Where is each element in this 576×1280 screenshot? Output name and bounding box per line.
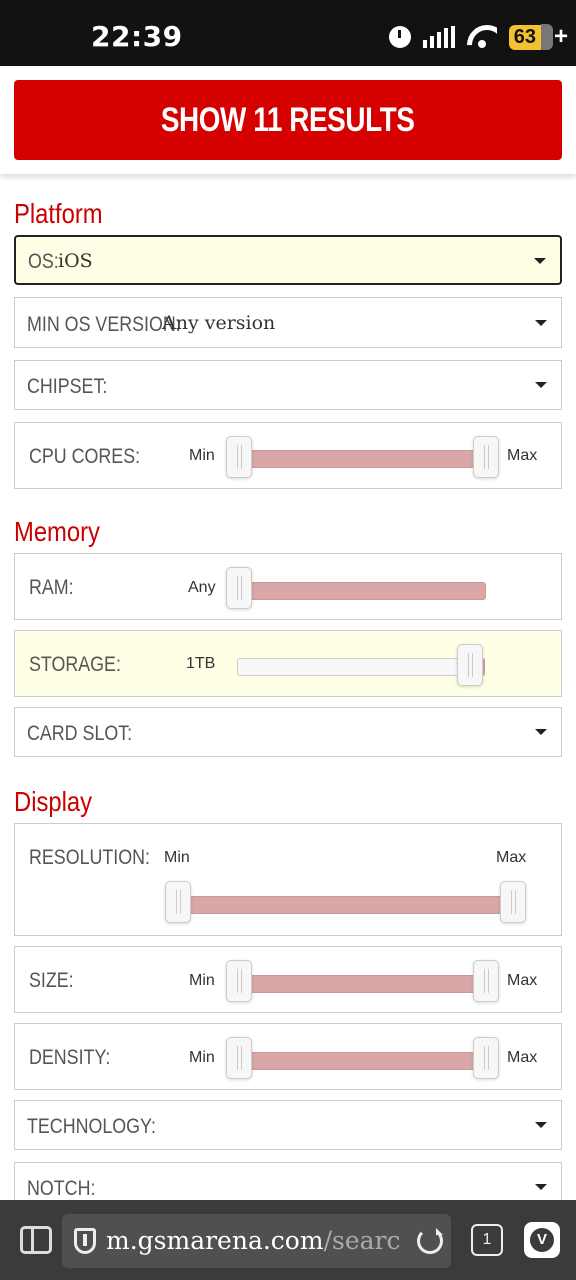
min-os-version-label: MIN OS VERSION: bbox=[27, 313, 181, 336]
status-time: 22:39 bbox=[91, 20, 183, 53]
status-bar: 22:39 63 + bbox=[0, 0, 576, 66]
resolution-range: RESOLUTION: bbox=[14, 823, 562, 936]
address-bar[interactable]: m.gsmarena.com/searc bbox=[62, 1214, 451, 1268]
size-min-label: Min bbox=[189, 972, 215, 989]
ram-slider-track[interactable] bbox=[238, 582, 486, 600]
resolution-slider-track[interactable] bbox=[178, 896, 513, 914]
ram-handle[interactable] bbox=[226, 567, 252, 609]
cpu-cores-slider-track[interactable] bbox=[238, 450, 486, 468]
density-max-handle[interactable] bbox=[473, 1037, 499, 1079]
shield-icon[interactable] bbox=[74, 1228, 96, 1254]
alarm-icon bbox=[388, 26, 411, 48]
panel-icon[interactable] bbox=[20, 1226, 52, 1254]
section-title-display: Display bbox=[14, 786, 93, 817]
os-label: OS: bbox=[28, 250, 59, 273]
size-slider-track[interactable] bbox=[238, 975, 486, 993]
technology-label: TECHNOLOGY: bbox=[27, 1115, 156, 1138]
size-min-handle[interactable] bbox=[226, 960, 252, 1002]
section-title-platform: Platform bbox=[14, 198, 103, 229]
browser-toolbar: m.gsmarena.com/searc 1 V bbox=[0, 1200, 576, 1280]
ram-value: Any bbox=[188, 579, 216, 596]
os-value: iOS bbox=[58, 250, 93, 272]
chevron-down-icon bbox=[535, 729, 547, 735]
reload-icon[interactable] bbox=[417, 1228, 443, 1254]
resolution-max-label: Max bbox=[496, 849, 527, 866]
chevron-down-icon bbox=[535, 320, 547, 326]
sticky-results-bar: SHOW 11 RESULTS bbox=[0, 66, 576, 174]
status-icons: 63 + bbox=[388, 20, 568, 54]
cpu-cores-max-handle[interactable] bbox=[473, 436, 499, 478]
storage-slider-track[interactable] bbox=[237, 658, 485, 676]
os-select[interactable]: OS: iOS bbox=[14, 235, 562, 285]
resolution-min-handle[interactable] bbox=[165, 881, 191, 923]
density-min-label: Min bbox=[189, 1049, 215, 1066]
min-os-version-select[interactable]: MIN OS VERSION: Any version bbox=[14, 297, 562, 348]
cpu-cores-min-label: Min bbox=[189, 447, 215, 464]
show-results-button[interactable]: SHOW 11 RESULTS bbox=[14, 80, 562, 160]
ram-label: RAM: bbox=[29, 576, 74, 599]
resolution-max-handle[interactable] bbox=[500, 881, 526, 923]
vivaldi-letter: V bbox=[530, 1228, 554, 1252]
size-max-label: Max bbox=[507, 972, 538, 989]
chevron-down-icon bbox=[535, 382, 547, 388]
section-title-memory: Memory bbox=[14, 516, 100, 547]
card-slot-select[interactable]: CARD SLOT: bbox=[14, 707, 562, 757]
storage-handle[interactable] bbox=[457, 644, 483, 686]
chevron-down-icon bbox=[535, 1184, 547, 1190]
card-slot-label: CARD SLOT: bbox=[27, 722, 133, 745]
size-label: SIZE: bbox=[29, 969, 74, 992]
show-results-label: SHOW 11 RESULTS bbox=[161, 100, 415, 139]
tabs-icon[interactable]: 1 bbox=[471, 1224, 503, 1256]
battery-icon: 63 + bbox=[508, 23, 568, 51]
size-max-handle[interactable] bbox=[473, 960, 499, 1002]
cpu-cores-label: CPU CORES: bbox=[29, 445, 141, 468]
density-max-label: Max bbox=[507, 1049, 538, 1066]
technology-select[interactable]: TECHNOLOGY: bbox=[14, 1100, 562, 1150]
wifi-icon bbox=[467, 25, 497, 49]
density-label: DENSITY: bbox=[29, 1046, 111, 1069]
vivaldi-icon[interactable]: V bbox=[524, 1222, 560, 1258]
chevron-down-icon bbox=[535, 1122, 547, 1128]
resolution-min-label: Min bbox=[164, 849, 190, 866]
resolution-label: RESOLUTION: bbox=[29, 846, 151, 869]
cpu-cores-max-label: Max bbox=[507, 447, 538, 464]
battery-level: 63 bbox=[508, 24, 541, 50]
charging-indicator: + bbox=[553, 23, 568, 50]
density-min-handle[interactable] bbox=[226, 1037, 252, 1079]
density-slider-track[interactable] bbox=[238, 1052, 486, 1070]
chevron-down-icon bbox=[534, 258, 546, 264]
chipset-label: CHIPSET: bbox=[27, 375, 108, 398]
url-text[interactable]: m.gsmarena.com/searc bbox=[106, 1226, 400, 1255]
url-path: /searc bbox=[323, 1226, 401, 1255]
chipset-select[interactable]: CHIPSET: bbox=[14, 360, 562, 410]
notch-label: NOTCH: bbox=[27, 1177, 96, 1200]
cpu-cores-min-handle[interactable] bbox=[226, 436, 252, 478]
signal-icon bbox=[422, 26, 455, 48]
min-os-version-value: Any version bbox=[162, 312, 276, 334]
storage-value: 1TB bbox=[186, 655, 216, 672]
url-host: m.gsmarena.com bbox=[106, 1226, 324, 1255]
storage-label: STORAGE: bbox=[29, 653, 121, 676]
